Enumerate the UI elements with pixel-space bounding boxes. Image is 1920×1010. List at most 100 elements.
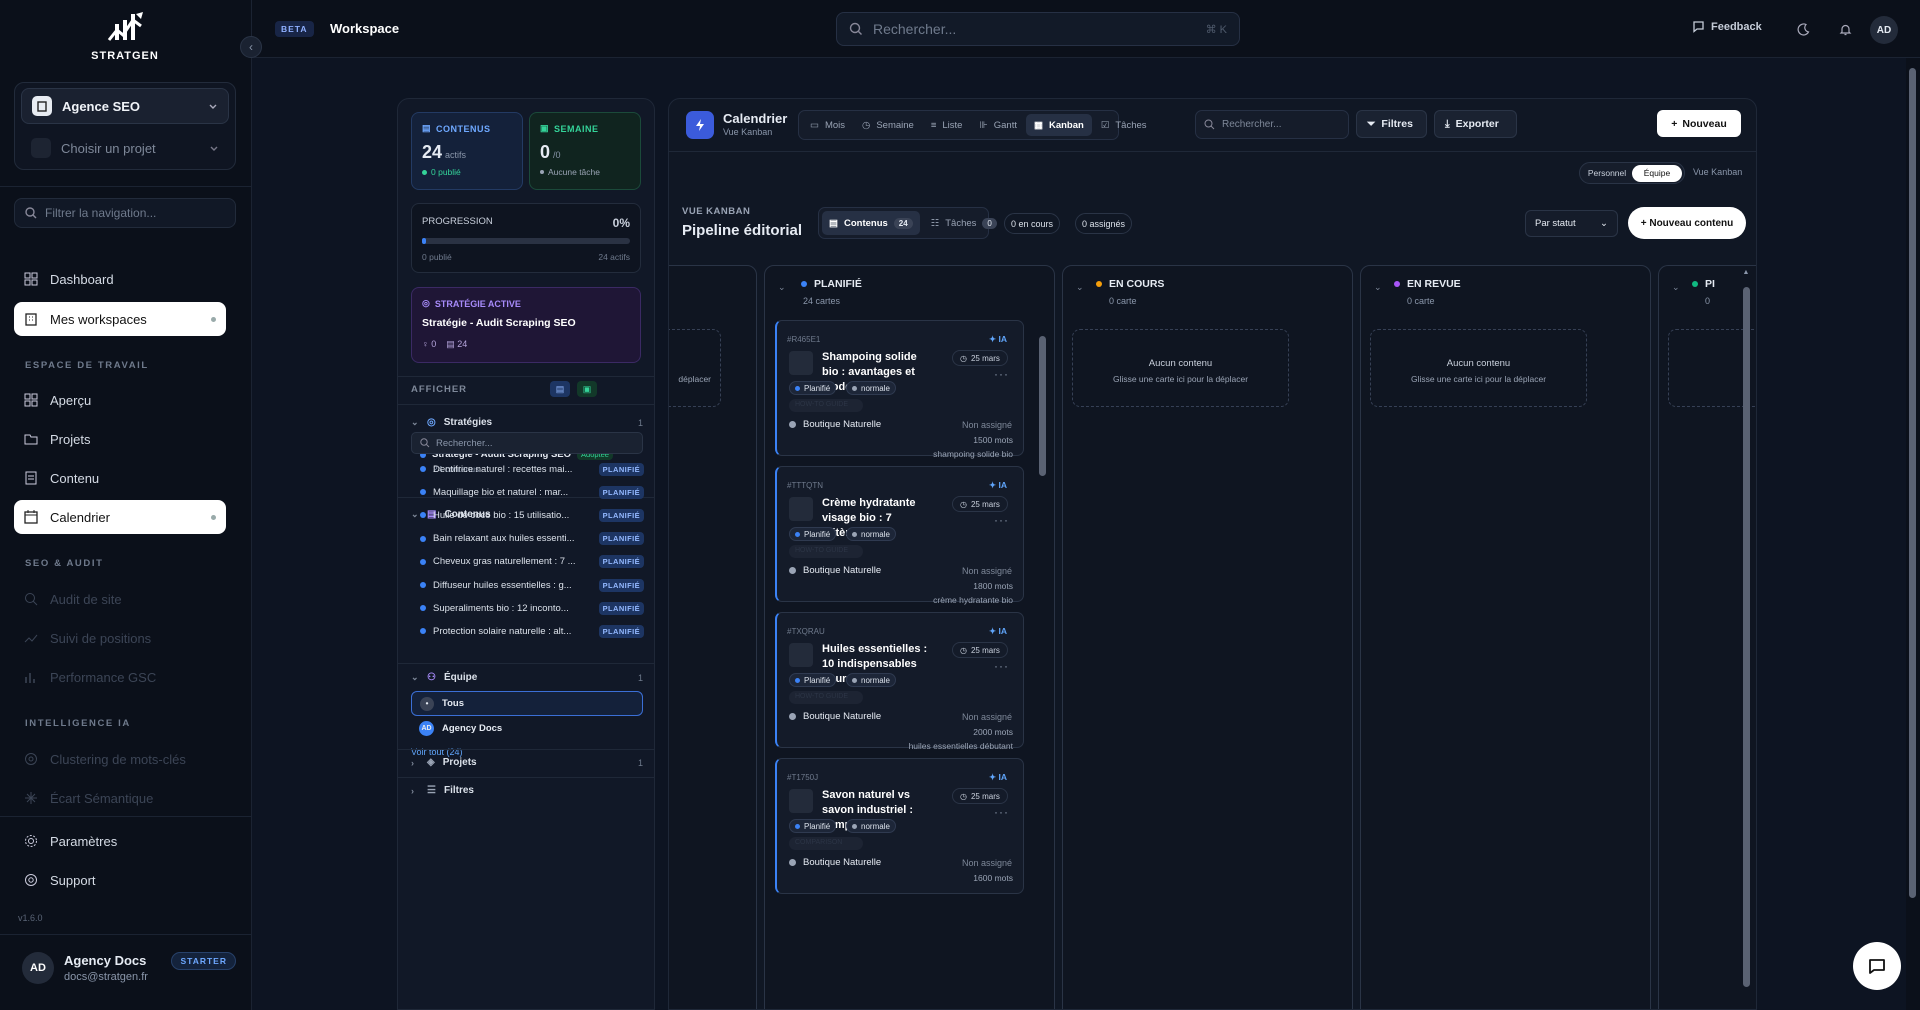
team-member[interactable]: AD Agency Docs bbox=[419, 721, 502, 736]
content-list-item[interactable]: Bain relaxant aux huiles essenti... PLANI… bbox=[420, 531, 644, 547]
tab-count: 24 bbox=[893, 217, 913, 229]
content-search-input[interactable]: Rechercher... bbox=[411, 432, 643, 454]
document-icon: ▤ bbox=[555, 383, 565, 394]
nav-apercu[interactable]: Aperçu bbox=[14, 383, 226, 417]
toggle-personnel[interactable]: Personnel bbox=[1582, 165, 1632, 182]
group-by-select[interactable]: Par statut ⌄ bbox=[1525, 210, 1618, 237]
view-kanban[interactable]: ▦ Kanban bbox=[1026, 114, 1092, 136]
bell-icon[interactable] bbox=[1835, 19, 1855, 39]
project-select[interactable]: Choisir un projet bbox=[21, 131, 229, 165]
active-strategy-card[interactable]: ◎ STRATÉGIE ACTIVE Stratégie - Audit Scra… bbox=[411, 287, 641, 363]
content-list-item[interactable]: Protection solaire naturelle : alt... PLA… bbox=[420, 623, 644, 639]
status-badge: PLANIFIÉ bbox=[598, 555, 644, 569]
user-avatar-button[interactable]: AD bbox=[1870, 16, 1898, 44]
nav-ecart[interactable]: Écart Sémantique bbox=[14, 781, 226, 815]
content-list-item[interactable]: Maquillage bio et naturel : mar... PLANIF… bbox=[420, 484, 644, 500]
more-icon[interactable]: ··· bbox=[994, 805, 1009, 819]
keyword: shampoing solide bio bbox=[933, 449, 1013, 459]
content-list-item[interactable]: Cheveux gras naturellement : 7 ... PLANIF… bbox=[420, 554, 644, 570]
column-header: ⌄ EN COURS 0 carte bbox=[1063, 266, 1352, 316]
calendar-search-input[interactable]: Rechercher... bbox=[1195, 110, 1349, 139]
chevron-down-icon[interactable]: ⌄ bbox=[1672, 282, 1680, 293]
nav-audit[interactable]: Audit de site bbox=[14, 582, 226, 616]
view-semaine[interactable]: ◷ Semaine bbox=[854, 114, 922, 136]
content-list-item[interactable]: Superaliments bio : 12 inconto... PLANIFI… bbox=[420, 600, 644, 616]
ai-label: IA bbox=[998, 772, 1007, 782]
clock-icon: ◷ bbox=[960, 499, 967, 509]
page-scrollbar[interactable] bbox=[1906, 58, 1920, 1010]
toggle-equipe[interactable]: Équipe bbox=[1632, 164, 1682, 182]
list-icon: ≡ bbox=[930, 119, 937, 131]
section-workspace: ESPACE DE TRAVAIL bbox=[25, 360, 149, 371]
more-icon[interactable]: ··· bbox=[994, 367, 1009, 381]
kanban-card[interactable]: #TTTQTN ✦ IA Crème hydratante visage bio :… bbox=[775, 466, 1024, 605]
tab-taches[interactable]: ☷ Tâches 0 bbox=[924, 211, 1004, 235]
more-icon[interactable]: ··· bbox=[994, 659, 1009, 673]
nav-projets[interactable]: Projets bbox=[14, 422, 226, 456]
scroll-thumb[interactable] bbox=[1039, 336, 1046, 476]
ai-badge: ✦ IA bbox=[989, 334, 1007, 344]
content-title: Diffuseur huiles essentielles : g... bbox=[433, 579, 572, 591]
collapse-sidebar-button[interactable]: ‹ bbox=[240, 36, 262, 58]
view-gantt[interactable]: ⊪ Gantt bbox=[971, 114, 1025, 136]
scroll-thumb[interactable] bbox=[1909, 68, 1916, 898]
view-taches[interactable]: ☑ Tâches bbox=[1093, 114, 1155, 136]
nav-filter-input[interactable]: Filtrer la navigation... bbox=[14, 198, 236, 228]
tab-contenus[interactable]: ▤ Contenus 24 bbox=[822, 211, 920, 235]
show-documents-toggle[interactable]: ▤ bbox=[550, 381, 570, 397]
more-icon[interactable]: ··· bbox=[994, 513, 1009, 527]
chevron-down-icon[interactable]: ⌄ bbox=[1374, 282, 1382, 293]
empty-hint: Glisse une carte ici pour la déplacer bbox=[1112, 374, 1249, 384]
kanban-card[interactable]: #R465E1 ✦ IA Shampoing solide bio : avanta… bbox=[775, 320, 1024, 459]
chevron-down-icon[interactable]: ⌄ bbox=[778, 282, 786, 293]
nouveau-button[interactable]: + Nouveau bbox=[1657, 110, 1741, 137]
view-mois[interactable]: ▭ Mois bbox=[802, 114, 853, 136]
tab-count: 0 bbox=[982, 217, 997, 229]
content-list-item[interactable]: Dentifrice naturel : recettes mai... PLAN… bbox=[420, 461, 644, 477]
nav-calendrier[interactable]: Calendrier bbox=[14, 500, 226, 534]
feedback-button[interactable]: Feedback bbox=[1692, 20, 1762, 33]
scroll-thumb[interactable] bbox=[1742, 287, 1750, 987]
nav-clustering[interactable]: Clustering de mots-clés bbox=[14, 742, 226, 776]
empty-dropzone[interactable]: Aucun contenu Glisse une carte ici pour … bbox=[1072, 329, 1289, 407]
chevron-down-icon[interactable]: ⌄ bbox=[1076, 282, 1084, 293]
nav-contenu[interactable]: Contenu bbox=[14, 461, 226, 495]
new-content-button[interactable]: + Nouveau contenu bbox=[1628, 207, 1746, 239]
due-date-badge: ◷ 25 mars bbox=[952, 788, 1008, 804]
chat-button[interactable] bbox=[1853, 942, 1901, 990]
sparkle-icon bbox=[24, 791, 38, 805]
group-strategies[interactable]: ⌄ ◎ Stratégies 1 bbox=[411, 417, 643, 428]
content-list-item[interactable]: Diffuseur huiles essentielles : g... PLAN… bbox=[420, 577, 644, 593]
group-equipe[interactable]: ⌄ ⚇ Équipe 1 bbox=[411, 672, 643, 683]
exporter-button[interactable]: ⤓ Exporter bbox=[1434, 110, 1517, 138]
group-projets[interactable]: › ◈ Projets 1 bbox=[411, 757, 643, 768]
workspace-select[interactable]: Agence SEO bbox=[21, 88, 229, 124]
view-liste[interactable]: ≡ Liste bbox=[923, 114, 971, 136]
scroll-up-icon[interactable]: ▲ bbox=[1741, 269, 1751, 277]
status-badge: PLANIFIÉ bbox=[598, 578, 644, 592]
nav-gsc[interactable]: Performance GSC bbox=[14, 660, 226, 694]
brand-logo[interactable]: STRATGEN bbox=[90, 10, 160, 62]
kanban-card[interactable]: #T1750J ✦ IA Savon naturel vs savon indust… bbox=[775, 758, 1024, 894]
filtres-button[interactable]: ⏷ Filtres bbox=[1356, 110, 1427, 138]
group-filtres[interactable]: › ☰ Filtres bbox=[411, 785, 643, 796]
nav-dashboard[interactable]: Dashboard bbox=[14, 262, 226, 296]
empty-dropzone[interactable]: déplacer bbox=[669, 329, 721, 407]
nav-parametres[interactable]: Paramètres bbox=[14, 824, 226, 858]
user-profile[interactable]: AD Agency Docs docs@stratgen.fr STARTER bbox=[22, 952, 236, 984]
nav-support[interactable]: Support bbox=[14, 863, 226, 897]
kanban-card[interactable]: #TXQRAU ✦ IA Huiles essentielles : 10 indi… bbox=[775, 612, 1024, 751]
empty-dropzone[interactable]: Aucun contenu Glisse une carte ici pour … bbox=[1370, 329, 1587, 407]
column-count: 0 carte bbox=[1407, 296, 1435, 306]
strategy-meta: 24 bbox=[457, 339, 468, 349]
moon-icon[interactable] bbox=[1793, 19, 1813, 39]
nav-mes-workspaces[interactable]: Mes workspaces bbox=[14, 302, 226, 336]
column-scrollbar[interactable] bbox=[1039, 326, 1046, 1009]
content-list-item[interactable]: Huile de coco bio : 15 utilisatio... PLAN… bbox=[420, 507, 644, 523]
kanban-scrollbar[interactable]: ▲ bbox=[1741, 269, 1751, 1009]
nav-suivi[interactable]: Suivi de positions bbox=[14, 621, 226, 655]
filter-tous[interactable]: • Tous bbox=[411, 691, 643, 716]
content-title: Cheveux gras naturellement : 7 ... bbox=[433, 556, 576, 568]
global-search-input[interactable]: Rechercher... ⌘ K bbox=[836, 12, 1240, 46]
show-calendar-toggle[interactable]: ▣ bbox=[577, 381, 597, 397]
